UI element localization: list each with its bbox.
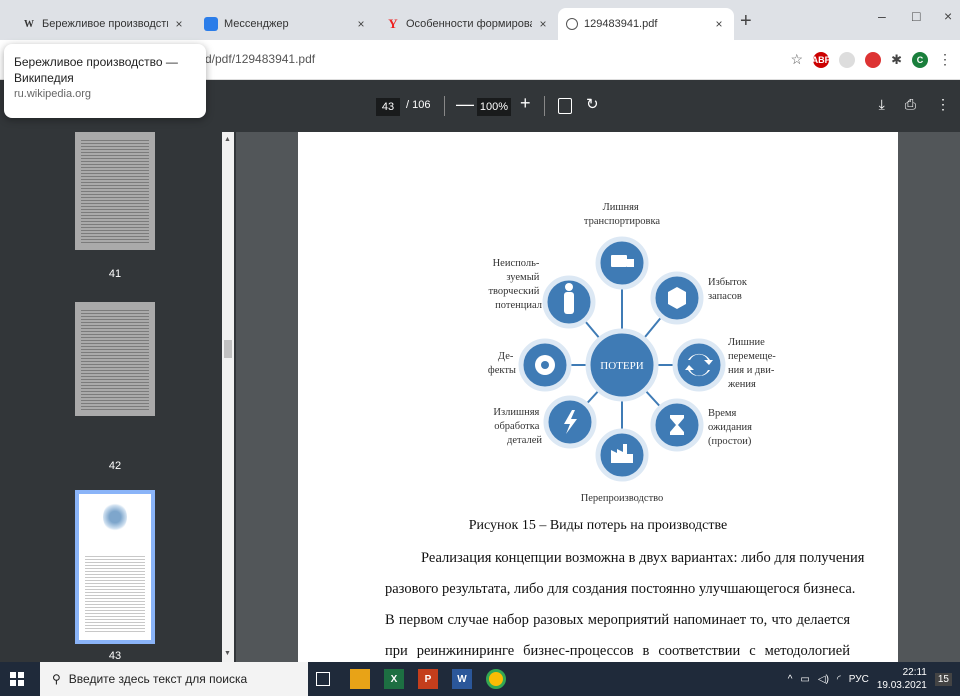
left-label: Де- фекты bbox=[488, 351, 516, 376]
close-icon[interactable]: × bbox=[536, 17, 550, 31]
close-icon[interactable]: × bbox=[172, 17, 186, 31]
scroll-up-icon[interactable]: ▲ bbox=[224, 136, 231, 143]
tab-title: Особенности формирования с bbox=[406, 18, 532, 30]
chevron-up-icon[interactable]: ^ bbox=[788, 674, 793, 685]
windows-taskbar: ⚲ Введите здесь текст для поиска X P W ^… bbox=[0, 662, 960, 696]
network-icon[interactable]: ◜ bbox=[837, 674, 841, 685]
truck-cab-icon bbox=[627, 259, 634, 267]
battery-icon[interactable]: ▭ bbox=[800, 674, 809, 685]
windows-start-icon[interactable] bbox=[10, 672, 24, 686]
minimize-button[interactable]: – bbox=[878, 8, 886, 24]
tab-wikipedia[interactable]: W Бережливое производство — В × bbox=[14, 8, 194, 40]
maximize-button[interactable]: □ bbox=[912, 8, 920, 24]
zoom-in-button[interactable]: + bbox=[520, 93, 531, 114]
taskbar-search[interactable]: ⚲ Введите здесь текст для поиска bbox=[40, 662, 308, 696]
thumbnail-page[interactable] bbox=[75, 302, 155, 416]
paragraph-line: В первом случае набор разовых мероприяти… bbox=[385, 612, 850, 628]
top-label: Лишняя транспортировка bbox=[584, 202, 660, 227]
tab-title: Бережливое производство — В bbox=[42, 18, 168, 30]
download-icon[interactable]: ⤓ bbox=[879, 96, 885, 113]
clock-time: 22:11 bbox=[902, 667, 927, 678]
sidebar-scrollbar[interactable] bbox=[222, 132, 234, 662]
tab-strip: W Бережливое производство — В × Мессендж… bbox=[0, 0, 960, 40]
new-tab-button[interactable]: + bbox=[740, 10, 752, 33]
globe-icon bbox=[566, 18, 578, 30]
yandex-icon: Y bbox=[388, 16, 398, 31]
bottom-left-label: Излишняя обработка деталей bbox=[493, 407, 542, 446]
divider bbox=[444, 96, 445, 116]
shield-icon[interactable] bbox=[839, 51, 856, 68]
thumbnail-page[interactable] bbox=[75, 132, 155, 250]
adblock-icon[interactable]: ABP bbox=[812, 51, 831, 68]
chrome-icon[interactable] bbox=[486, 669, 506, 689]
extension-red-icon[interactable] bbox=[865, 51, 882, 68]
wikipedia-icon: W bbox=[24, 18, 34, 30]
close-icon[interactable]: × bbox=[354, 17, 368, 31]
bottom-right-label: Время ожидания (простои) bbox=[708, 408, 755, 447]
pdf-actions: ⤓ ⎙ ⋮ bbox=[879, 96, 950, 113]
tab-pdf[interactable]: 129483941.pdf × bbox=[558, 8, 734, 40]
task-view-icon[interactable] bbox=[316, 672, 330, 686]
volume-icon[interactable]: ◁) bbox=[818, 674, 829, 685]
clock[interactable]: 22:11 19.03.2021 bbox=[877, 666, 927, 692]
print-icon[interactable]: ⎙ bbox=[905, 96, 916, 113]
sidebar-scroll-thumb[interactable] bbox=[224, 340, 232, 358]
thumbnail-number: 43 bbox=[108, 650, 122, 662]
zoom-input[interactable]: 100% bbox=[477, 98, 511, 116]
tab-messenger[interactable]: Мессенджер × bbox=[196, 8, 376, 40]
avatar[interactable]: C bbox=[912, 51, 928, 68]
search-placeholder: Введите здесь текст для поиска bbox=[68, 672, 248, 686]
zoom-out-button[interactable]: — bbox=[456, 94, 474, 115]
clock-date: 19.03.2021 bbox=[876, 680, 927, 691]
figure-caption: Рисунок 15 – Виды потерь на производстве bbox=[468, 518, 728, 533]
rotate-icon[interactable]: ↻ bbox=[586, 95, 599, 113]
right-label: Лишние перемеще- ния и дви- жения bbox=[727, 337, 778, 390]
paragraph-line: при реинжиниринге бизнес-процессов в соо… bbox=[385, 643, 850, 659]
language-indicator[interactable]: РУС bbox=[849, 674, 869, 685]
divider bbox=[544, 96, 545, 116]
extension-icons: ☆ ABP ✱ C ⋮ bbox=[791, 51, 952, 68]
puzzle-icon[interactable]: ✱ bbox=[891, 52, 902, 68]
menu-icon[interactable]: ⋮ bbox=[938, 51, 952, 68]
center-label: ПОТЕРИ bbox=[600, 360, 643, 372]
paragraph-line: разового результата, либо для создания п… bbox=[385, 581, 856, 597]
top-right-label: Избыток запасов bbox=[708, 277, 750, 302]
close-window-button[interactable]: × bbox=[944, 8, 952, 24]
paragraph-line: Реализация концепции возможна в двух вар… bbox=[421, 550, 865, 566]
address-bar[interactable]: d/pdf/129483941.pdf bbox=[205, 52, 315, 66]
thumbnail-number: 42 bbox=[108, 460, 122, 472]
messenger-icon bbox=[204, 17, 218, 31]
top-left-label: Неисполь- зуемый творческий потенциал bbox=[488, 258, 542, 311]
notification-icon[interactable]: 15 bbox=[934, 672, 952, 686]
tab-title: 129483941.pdf bbox=[584, 18, 658, 30]
losses-diagram: ПОТЕРИ Лишняя транспортировка Избыток за… bbox=[488, 202, 778, 504]
bottom-label: Перепроизводство bbox=[581, 493, 664, 504]
star-icon[interactable]: ☆ bbox=[791, 51, 804, 68]
thumbnail-number: 41 bbox=[108, 268, 122, 280]
search-icon: ⚲ bbox=[52, 672, 61, 686]
truck-icon bbox=[611, 255, 627, 267]
motion-node bbox=[672, 338, 726, 392]
word-icon[interactable]: W bbox=[452, 669, 472, 689]
thumbnail-sidebar: 41 42 43 bbox=[0, 132, 236, 662]
close-icon[interactable]: × bbox=[712, 17, 726, 31]
tooltip-title: Бережливое производство — Википедия bbox=[14, 55, 178, 85]
pdf-page: ПОТЕРИ Лишняя транспортировка Избыток за… bbox=[298, 132, 898, 662]
more-icon[interactable]: ⋮ bbox=[936, 96, 950, 113]
thumbnail-page-current[interactable] bbox=[75, 490, 155, 644]
scroll-down-icon[interactable]: ▼ bbox=[224, 650, 231, 657]
tooltip-domain: ru.wikipedia.org bbox=[14, 88, 92, 100]
file-explorer-icon[interactable] bbox=[350, 669, 370, 689]
person-icon bbox=[564, 292, 574, 314]
page-number-input[interactable]: 43 bbox=[376, 98, 400, 116]
fit-page-icon[interactable] bbox=[558, 98, 572, 114]
tab-yandex[interactable]: Y Особенности формирования с × bbox=[378, 8, 558, 40]
tab-title: Мессенджер bbox=[224, 18, 289, 30]
system-tray: ^ ▭ ◁) ◜ РУС 22:11 19.03.2021 15 bbox=[788, 662, 952, 696]
tab-hover-tooltip: Бережливое производство — Википедия ru.w… bbox=[4, 44, 206, 118]
excel-icon[interactable]: X bbox=[384, 669, 404, 689]
page-total: / 106 bbox=[406, 99, 431, 111]
powerpoint-icon[interactable]: P bbox=[418, 669, 438, 689]
